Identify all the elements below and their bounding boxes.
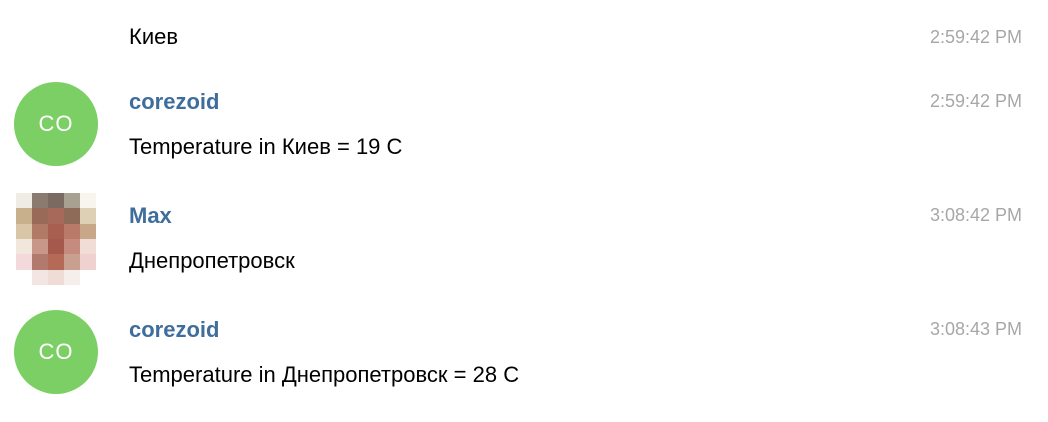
avatar[interactable]	[16, 193, 96, 285]
message-text: Киев	[129, 24, 179, 49]
avatar[interactable]: CO	[14, 310, 98, 394]
chat-history[interactable]: Киев 2:59:42 PM CO corezoid 2:59:42 PM T…	[0, 0, 1048, 422]
sender-name[interactable]: corezoid	[129, 317, 219, 343]
sender-name[interactable]: corezoid	[129, 89, 219, 115]
sender-name[interactable]: Max	[129, 203, 172, 229]
message-timestamp: 2:59:42 PM	[929, 91, 1022, 111]
message-text: Temperature in Днепропетровск = 28 C	[129, 362, 520, 387]
message-timestamp: 2:59:42 PM	[929, 27, 1022, 47]
message-text: Temperature in Киев = 19 C	[129, 134, 403, 159]
message-timestamp: 3:08:42 PM	[929, 205, 1022, 225]
message-timestamp: 3:08:43 PM	[929, 319, 1022, 339]
avatar[interactable]: CO	[14, 82, 98, 166]
message-text: Днепропетровск	[129, 248, 295, 273]
